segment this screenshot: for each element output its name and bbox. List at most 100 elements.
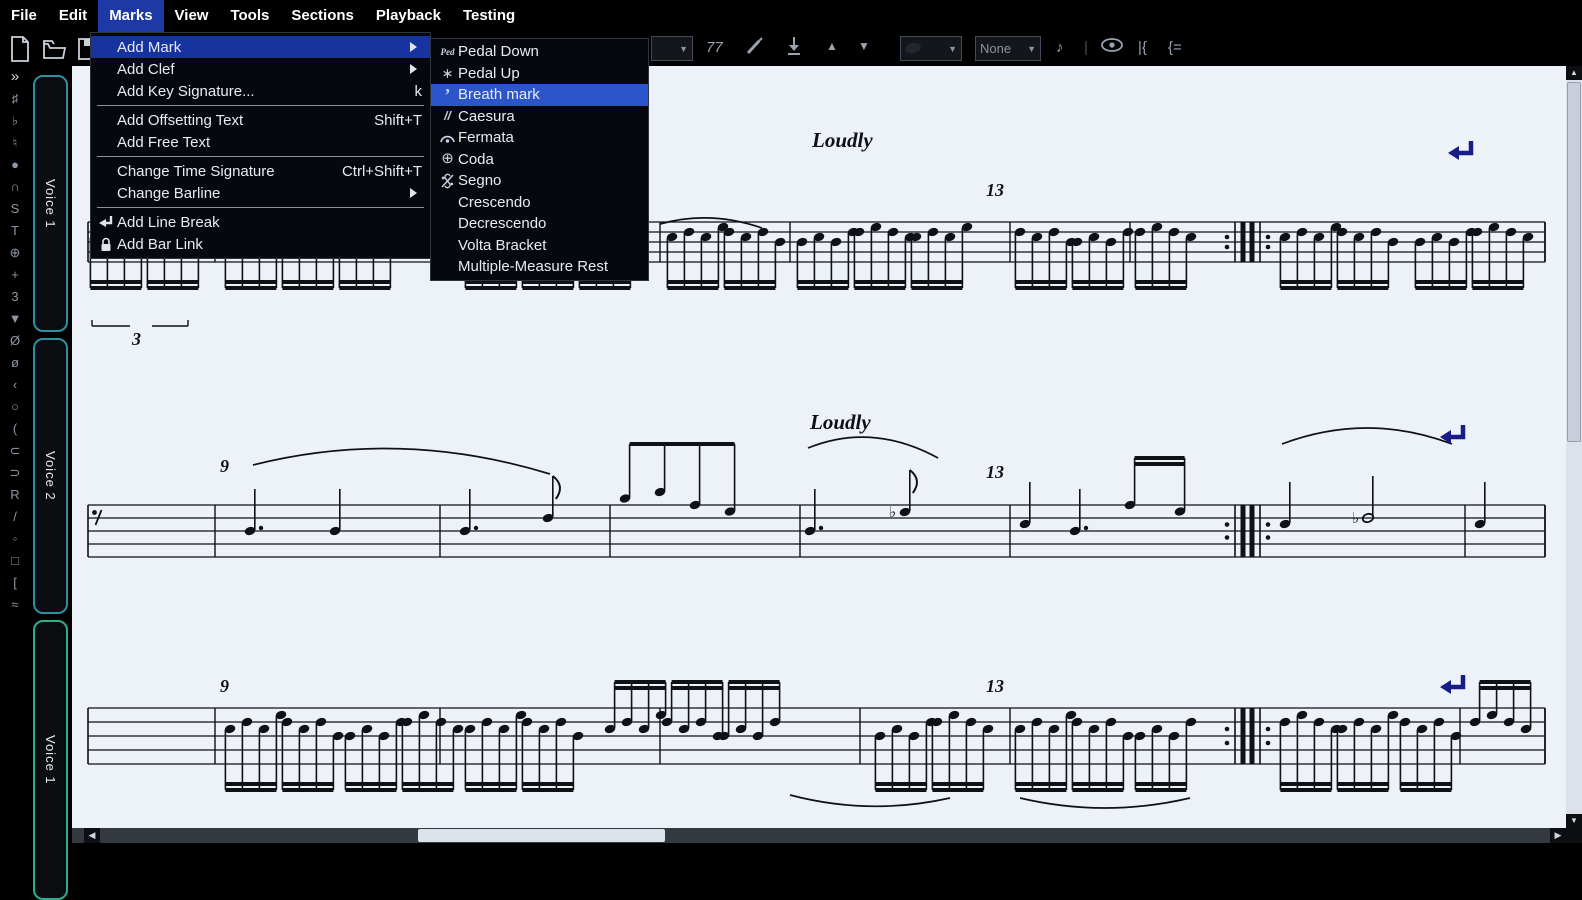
scroll-right-button[interactable]: ▶ [1550, 828, 1566, 843]
open-folder-icon [42, 36, 66, 62]
menubar-item-marks[interactable]: Marks [98, 0, 163, 32]
dot-icon[interactable]: ◦ [13, 528, 18, 550]
grace-notes-icon[interactable]: 77 [706, 39, 723, 56]
pencil-icon[interactable] [744, 36, 764, 61]
slashed-notehead-icon[interactable]: Ø [10, 330, 20, 352]
visibility-eye-icon[interactable] [1100, 36, 1124, 59]
menubar-item-playback[interactable]: Playback [365, 0, 452, 32]
rect-icon[interactable]: □ [11, 550, 19, 572]
submenu-item-label: Segno [458, 172, 640, 189]
half-diminished-icon[interactable]: ø [11, 352, 19, 374]
tie-icon[interactable]: ∩ [10, 176, 19, 198]
line-break-icon [95, 215, 117, 229]
eighth-note-icon[interactable]: ♪ [1056, 39, 1064, 56]
menu-bar: FileEditMarksViewToolsSectionsPlaybackTe… [0, 0, 1582, 32]
submenu-item-breath-mark[interactable]: ’Breath mark [431, 84, 648, 106]
articulation-dropdown[interactable]: None▼ [975, 36, 1041, 61]
horizontal-scrollbar[interactable]: ◀ ▶ [72, 828, 1566, 843]
submenu-item-label: Fermata [458, 129, 640, 146]
expand-panel-icon[interactable]: » [11, 68, 19, 88]
menubar-item-testing[interactable]: Testing [452, 0, 526, 32]
menu-item-add-key-signature[interactable]: Add Key Signature...k [91, 80, 430, 102]
menu-item-add-bar-link[interactable]: Add Bar Link [91, 233, 430, 255]
voice-tab-3[interactable]: Voice 1 [33, 620, 68, 900]
flat-icon[interactable]: ♭ [12, 110, 18, 132]
submenu-arrow-icon [410, 188, 422, 198]
wave-icon[interactable]: ≈ [11, 594, 18, 616]
submenu-item-crescendo[interactable]: Crescendo [431, 192, 648, 214]
submenu-item-decrescendo[interactable]: Decrescendo [431, 213, 648, 235]
menu-separator [97, 105, 424, 106]
scroll-up-button[interactable]: ▲ [1566, 66, 1582, 80]
menu-item-add-line-break[interactable]: Add Line Break [91, 211, 430, 233]
voice-tab-label: Voice 2 [43, 451, 58, 501]
submenu-item-caesura[interactable]: //Caesura [431, 106, 648, 128]
slur-open-icon[interactable]: ⊂ [10, 440, 21, 462]
caesura-icon: // [437, 109, 458, 123]
menu-item-add-clef[interactable]: Add Clef [91, 58, 430, 80]
rehearsal-mark-icon[interactable]: R [10, 484, 19, 506]
bracket-open-icon[interactable]: [ [13, 572, 17, 594]
vertical-scroll-thumb[interactable] [1567, 82, 1581, 442]
submenu-item-volta-bracket[interactable]: Volta Bracket [431, 235, 648, 257]
menubar-item-view[interactable]: View [164, 0, 220, 32]
triangle-icon[interactable]: ▼ [9, 308, 22, 330]
insert-below-icon[interactable] [786, 36, 802, 61]
tuplet-icon[interactable]: 3 [11, 286, 18, 308]
submenu-item-pedal-up[interactable]: ∗Pedal Up [431, 63, 648, 85]
coda-tool-icon[interactable]: ⊕ [10, 242, 21, 264]
menu-item-change-barline[interactable]: Change Barline [91, 182, 430, 204]
paren-icon[interactable]: ( [13, 418, 17, 440]
notehead-dropdown-caret-icon: ▼ [948, 44, 957, 54]
natural-icon[interactable]: ♮ [13, 132, 18, 154]
voice-tab-2[interactable]: Voice 2 [33, 338, 68, 614]
horizontal-scroll-thumb[interactable] [418, 829, 665, 842]
text-tool-icon[interactable]: T [11, 220, 19, 242]
sharp-icon[interactable]: ♯ [12, 88, 19, 110]
open-folder-icon[interactable] [42, 36, 66, 67]
bracket-icon[interactable]: |{ [1138, 39, 1147, 56]
menu-item-shortcut: Ctrl+Shift+T [342, 163, 422, 180]
new-score-icon[interactable] [8, 36, 32, 67]
angle-icon[interactable]: ‹ [13, 374, 17, 396]
submenu-item-multiple-measure-rest[interactable]: Multiple-Measure Rest [431, 256, 648, 278]
submenu-item-coda[interactable]: ⊕Coda [431, 149, 648, 171]
menu-item-add-mark[interactable]: Add Mark [91, 36, 430, 58]
slash-icon[interactable]: / [13, 506, 17, 528]
notehead-dropdown[interactable]: ▼ [900, 36, 962, 61]
menu-item-add-free-text[interactable]: Add Free Text [91, 131, 430, 153]
menubar-item-tools[interactable]: Tools [219, 0, 280, 32]
plus-icon[interactable]: + [11, 264, 19, 286]
menubar-item-sections[interactable]: Sections [280, 0, 365, 32]
ornament-dropdown[interactable]: ▼ [651, 36, 693, 61]
segno-icon [437, 173, 458, 189]
brace-lines-icon[interactable]: {= [1168, 39, 1182, 56]
voice-tab-label: Voice 1 [43, 735, 58, 785]
segno-tool-icon[interactable]: S [11, 198, 20, 220]
vertical-scrollbar[interactable]: ▲ ▼ [1566, 66, 1582, 828]
pedal-up-icon: ∗ [442, 65, 454, 81]
move-up-icon[interactable]: ▲ [826, 39, 838, 53]
move-down-icon[interactable]: ▼ [858, 39, 870, 53]
voice-tab-1[interactable]: Voice 1 [33, 75, 68, 332]
slur-close-icon[interactable]: ⊃ [10, 462, 21, 484]
menu-item-change-time-signature[interactable]: Change Time SignatureCtrl+Shift+T [91, 160, 430, 182]
submenu-item-fermata[interactable]: Fermata [431, 127, 648, 149]
breath-mark-icon: ’ [437, 90, 458, 100]
coda-icon: ⊕ [441, 150, 454, 167]
pedal-up-icon: ∗ [437, 73, 458, 74]
submenu-item-pedal-down[interactable]: PedPedal Down [431, 41, 648, 63]
menu-item-add-offsetting-text[interactable]: Add Offsetting TextShift+T [91, 109, 430, 131]
scroll-down-button[interactable]: ▼ [1566, 814, 1582, 828]
submenu-item-label: Caesura [458, 108, 640, 125]
submenu-item-segno[interactable]: Segno [431, 170, 648, 192]
circle-icon[interactable]: ○ [11, 396, 19, 418]
fermata-icon [437, 131, 458, 144]
menubar-item-file[interactable]: File [0, 0, 48, 32]
voice-tab-bar: Voice 1 Voice 2 Voice 1 [30, 66, 72, 843]
pedal-down-icon: Ped [441, 47, 455, 57]
notehead-icon[interactable]: ● [11, 154, 19, 176]
menubar-item-edit[interactable]: Edit [48, 0, 98, 32]
scroll-left-button[interactable]: ◀ [84, 828, 100, 843]
submenu-arrow-icon [410, 64, 422, 74]
